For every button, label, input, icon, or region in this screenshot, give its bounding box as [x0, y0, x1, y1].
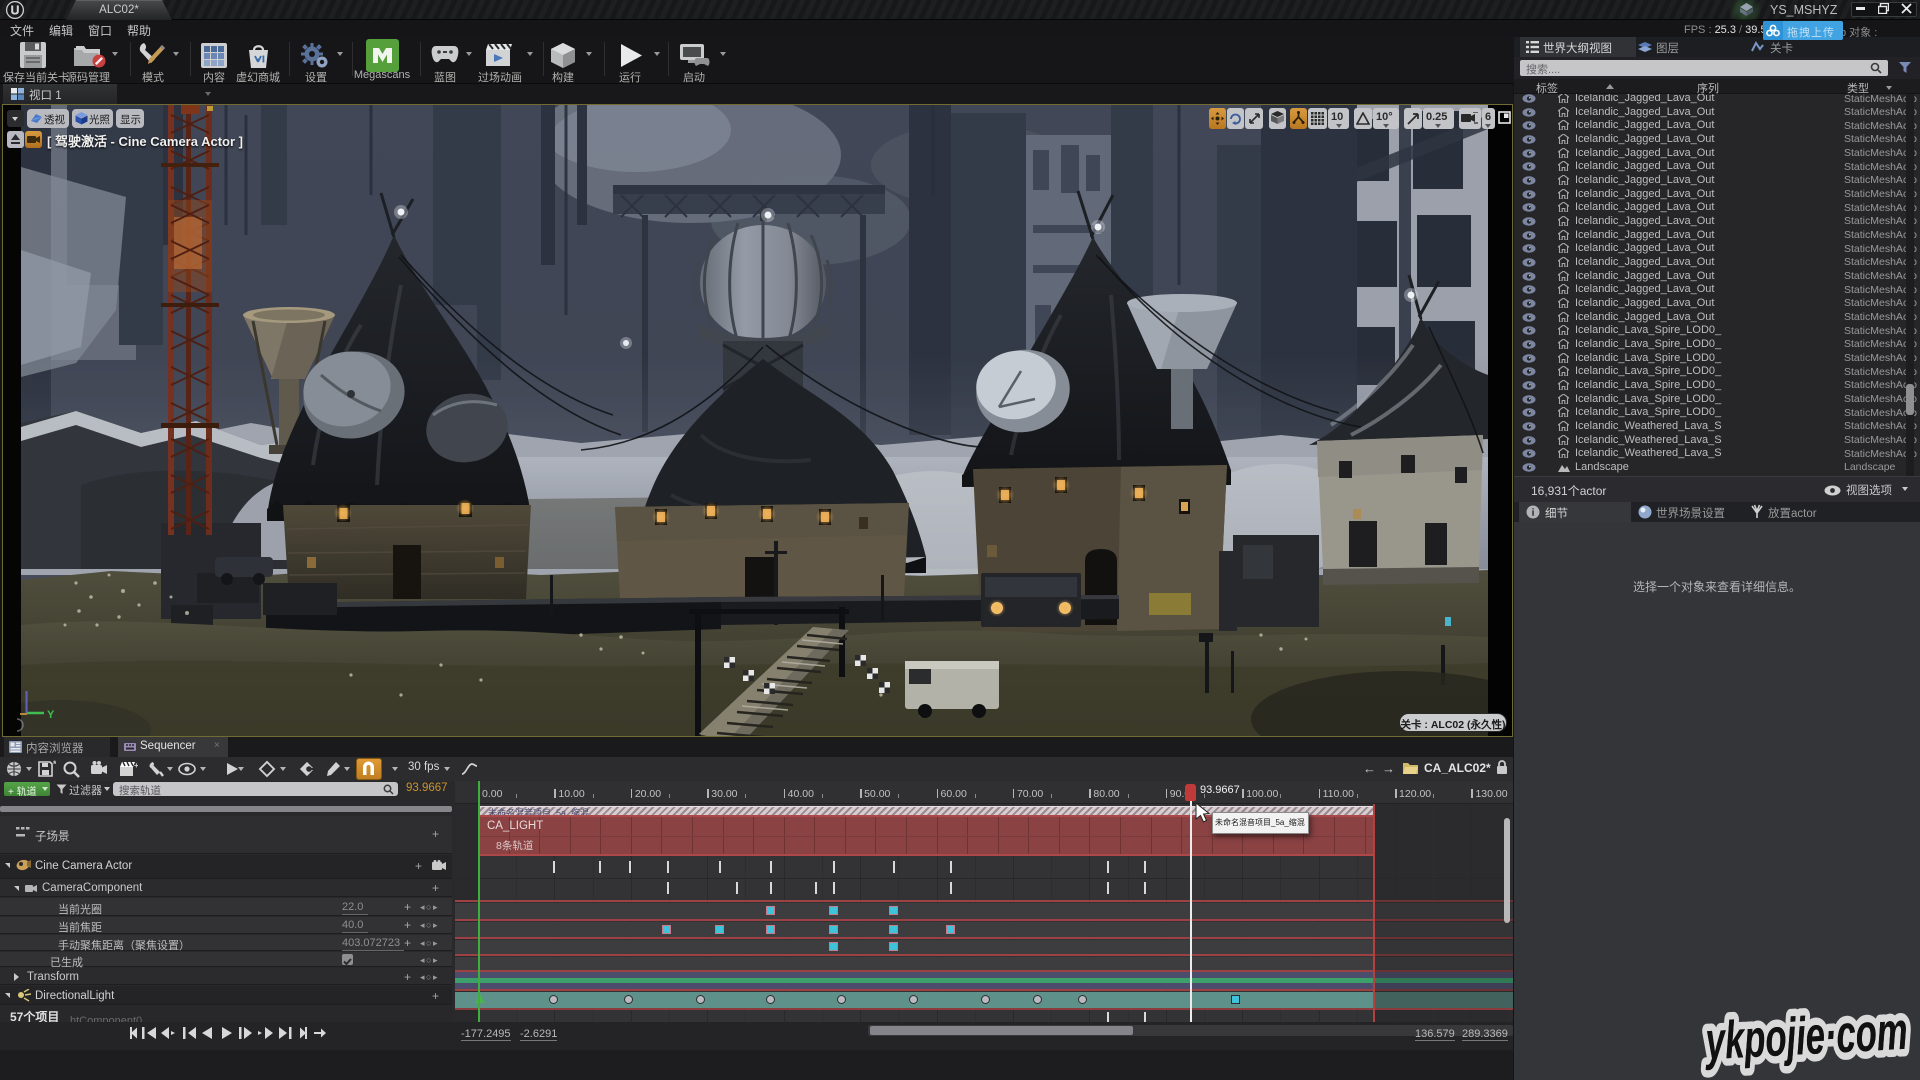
svg-text:Y: Y	[47, 709, 55, 721]
svg-text:ykpojie·com: ykpojie·com	[1702, 1002, 1909, 1072]
svg-text:+: +	[134, 761, 138, 770]
svg-text:*: *	[53, 760, 56, 769]
svg-text:i: i	[1532, 508, 1535, 519]
